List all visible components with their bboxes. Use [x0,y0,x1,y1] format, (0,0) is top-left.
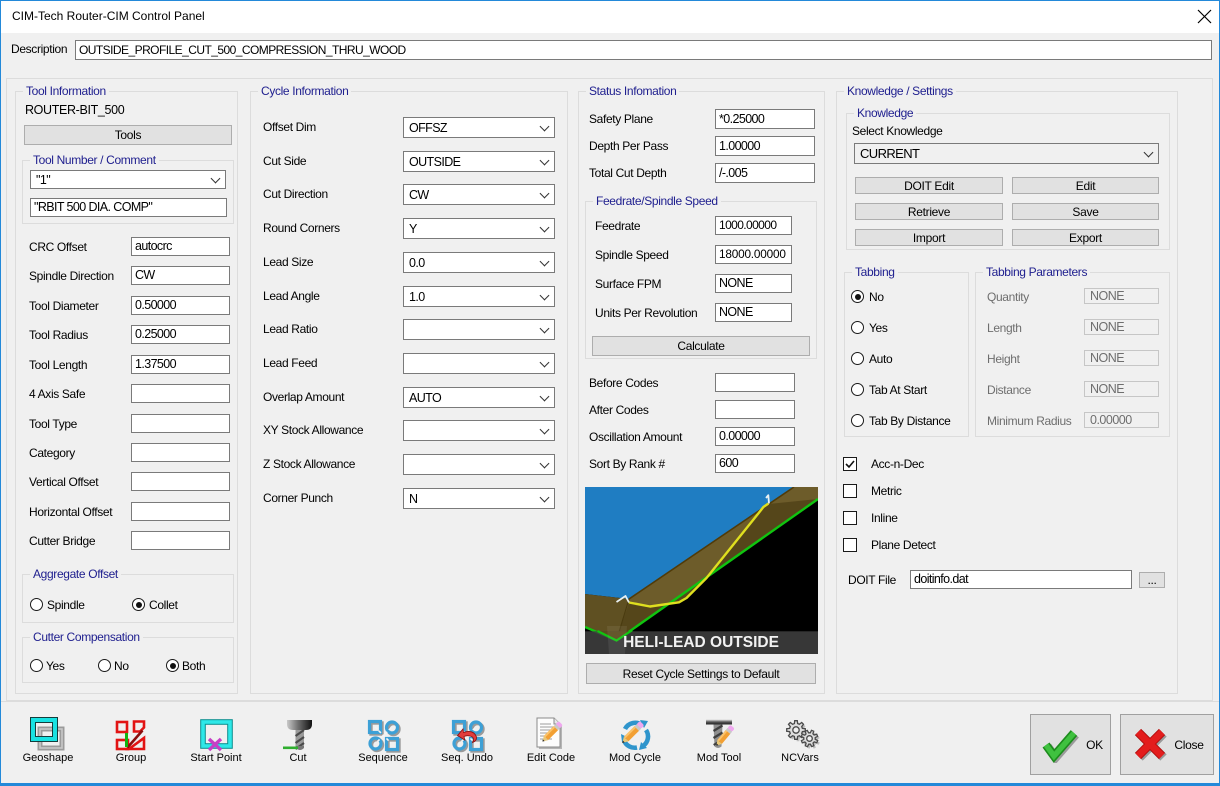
svg-text:HELI-LEAD OUTSIDE: HELI-LEAD OUTSIDE [623,634,779,651]
